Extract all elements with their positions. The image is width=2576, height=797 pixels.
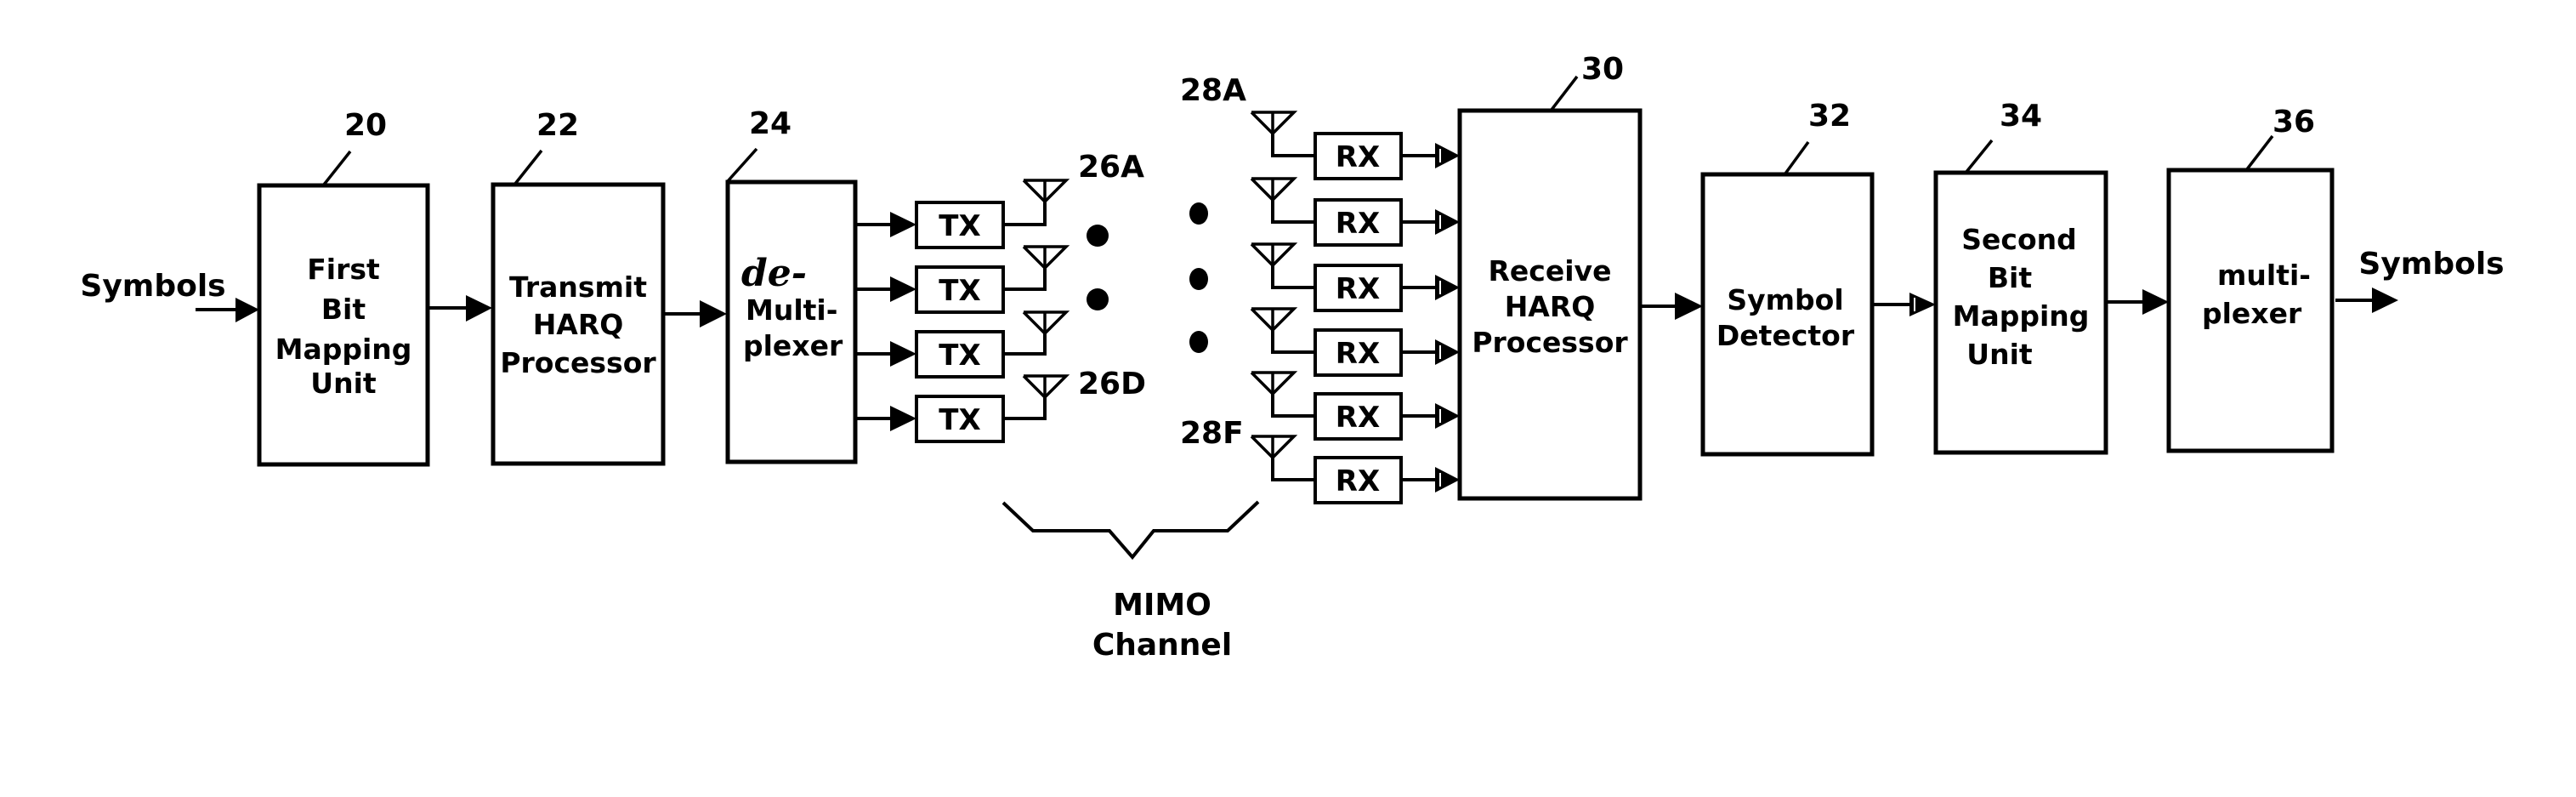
arrow-32-to-34 [1873, 293, 1936, 316]
block-label-line: plexer [2202, 297, 2302, 330]
block-label-line: multi- [2217, 259, 2311, 292]
second-bit-mapping-unit: Second Bit Mapping Unit [1933, 170, 2108, 455]
ref-numeral-36: 36 [2272, 105, 2315, 139]
block-label-line: Unit [1966, 338, 2033, 371]
leader-line-22 [513, 149, 543, 185]
block-label-line: Bit [1988, 261, 2032, 294]
receive-chains: RX RX RX RX RX RX [1250, 111, 1460, 504]
ref-numeral-34: 34 [2000, 99, 2042, 134]
ref-antenna-28F: 28F [1180, 416, 1244, 451]
symbol-detector: Symbol Detector [1700, 172, 1875, 457]
ref-antenna-26D: 26D [1078, 367, 1146, 401]
block-label-line: Symbol [1727, 283, 1843, 316]
rx-label: RX [1336, 401, 1380, 435]
leader-line-20 [322, 150, 352, 186]
ref-antenna-28A: 28A [1180, 73, 1246, 108]
mimo-label: MIMO [1113, 588, 1211, 623]
leader-line-36 [2245, 134, 2274, 171]
antenna-icon [1022, 310, 1070, 336]
tx-label: TX [939, 403, 980, 437]
receive-chain: RX [1250, 371, 1460, 441]
antenna-icon [1250, 307, 1298, 333]
leader-line-32 [1784, 140, 1810, 175]
leader-line-34 [1965, 139, 1994, 174]
antenna-icon [1250, 242, 1298, 268]
arrow-20-to-22 [429, 295, 492, 322]
tx-label: TX [939, 339, 980, 373]
leader-line-24 [726, 147, 758, 183]
block-label-line: plexer [743, 329, 843, 362]
block-label-line: Detector [1716, 319, 1855, 352]
ref-numeral-32: 32 [1808, 99, 1851, 134]
receive-harq-processor: Receive HARQ Processor [1457, 108, 1643, 501]
antenna-icon [1250, 177, 1298, 202]
antenna-icon [1250, 111, 1298, 136]
block-label-line: Transmit [509, 270, 647, 304]
block-label-line: Unit [310, 367, 377, 400]
tx-ellipsis-dot [1087, 288, 1109, 310]
first-bit-mapping-unit: First Bit Mapping Unit [257, 183, 430, 467]
transmit-harq-processor: Transmit HARQ Processor [491, 182, 666, 466]
rx-ellipsis-dot [1189, 202, 1208, 225]
ref-numeral-22: 22 [536, 108, 579, 143]
multiplexer: multi- plexer [2166, 168, 2335, 453]
ref-antenna-26A: 26A [1078, 150, 1144, 185]
demultiplexer: de- Multi- plexer [725, 179, 858, 464]
rx-label: RX [1336, 464, 1380, 498]
mimo-channel-brace [1001, 500, 1260, 561]
receive-chain: RX [1250, 307, 1460, 377]
block-label-line: Processor [500, 346, 656, 379]
arrow-22-to-24 [665, 300, 727, 327]
transmit-chain: TX [855, 374, 1070, 443]
rx-label: RX [1336, 140, 1380, 174]
tx-label: TX [939, 209, 980, 243]
block-label-line: Multi- [746, 293, 837, 327]
block-label-line: Second [1961, 223, 2077, 256]
block-label-line: Receive [1489, 254, 1612, 287]
arrow-34-to-36 [2107, 289, 2169, 315]
mimo-harq-block-diagram: Symbols First Bit Mapping Unit 20 Transm… [80, 52, 2504, 663]
transmit-chain: TX [855, 245, 1070, 314]
block-label-line: First [307, 253, 380, 286]
receive-chain: RX [1250, 111, 1460, 180]
output-symbols-label: Symbols [2358, 247, 2504, 282]
receive-chain: RX [1250, 242, 1460, 312]
transmit-chain: TX [855, 179, 1070, 249]
input-symbols-label: Symbols [80, 269, 225, 304]
receive-chain: RX [1250, 435, 1460, 504]
handwritten-de-annotation: de- [741, 252, 807, 295]
rx-label: RX [1336, 337, 1380, 371]
block-label-line: Mapping [275, 333, 412, 366]
antenna-icon [1250, 371, 1298, 396]
antenna-icon [1022, 374, 1070, 400]
ref-numeral-24: 24 [749, 106, 792, 141]
antenna-icon [1250, 435, 1298, 460]
receive-chain: RX [1250, 177, 1460, 247]
block-label-line: HARQ [1505, 290, 1596, 323]
output-arrow [2335, 287, 2398, 313]
rx-label: RX [1336, 272, 1380, 306]
transmit-chains: TX TX TX TX [855, 179, 1070, 443]
arrow-30-to-32 [1641, 293, 1703, 320]
block-label-line: HARQ [533, 308, 624, 341]
tx-ellipsis-dot [1087, 225, 1109, 247]
block-label-line: Bit [321, 293, 366, 326]
antenna-icon [1022, 179, 1070, 204]
channel-label: Channel [1092, 628, 1232, 663]
rx-ellipsis-dot [1189, 331, 1208, 353]
antenna-icon [1022, 245, 1070, 270]
ref-numeral-30: 30 [1581, 52, 1624, 87]
block-label-line: Processor [1472, 326, 1628, 359]
rx-label: RX [1336, 207, 1380, 241]
transmit-chain: TX [855, 310, 1070, 379]
ref-numeral-20: 20 [344, 108, 387, 143]
block-label-line: Mapping [1953, 299, 2090, 333]
rx-ellipsis-dot [1189, 268, 1208, 290]
tx-label: TX [939, 274, 980, 308]
leader-line-30 [1550, 75, 1579, 111]
